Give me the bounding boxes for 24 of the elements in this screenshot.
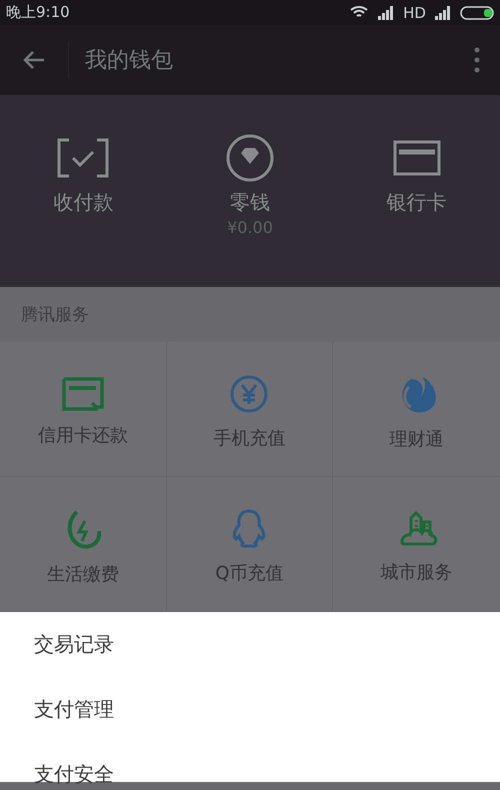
back-arrow-icon[interactable] xyxy=(22,50,46,70)
service-tile[interactable]: 理财通 xyxy=(333,342,500,477)
network-label: HD xyxy=(403,4,426,22)
card-icon xyxy=(392,140,441,176)
diamond-coin-icon xyxy=(224,133,275,183)
status-time: 晚上9:10 xyxy=(6,3,70,22)
yen-coin-icon xyxy=(229,374,270,414)
lightning-icon xyxy=(64,508,101,550)
service-tile[interactable]: 手机充值 xyxy=(166,342,334,477)
card-icon xyxy=(62,377,104,411)
wallet-action-label[interactable]: 零钱 xyxy=(230,189,270,216)
menu-item[interactable]: 支付管理 xyxy=(34,696,114,723)
wallet-action-label[interactable]: 收付款 xyxy=(53,189,114,216)
more-icon[interactable] xyxy=(474,47,480,73)
menu-item[interactable]: 交易记录 xyxy=(34,631,114,658)
battery-icon xyxy=(460,6,494,20)
service-tile[interactable]: 信用卡还款 xyxy=(0,342,167,477)
scan-check-icon xyxy=(57,138,110,178)
wallet-action-label[interactable]: 银行卡 xyxy=(386,189,447,216)
signal-icon xyxy=(434,6,452,20)
menu-item[interactable]: 支付安全 xyxy=(34,761,114,788)
page-title: 我的钱包 xyxy=(84,47,174,75)
signal-icon xyxy=(377,6,396,20)
penguin-icon xyxy=(231,509,268,549)
